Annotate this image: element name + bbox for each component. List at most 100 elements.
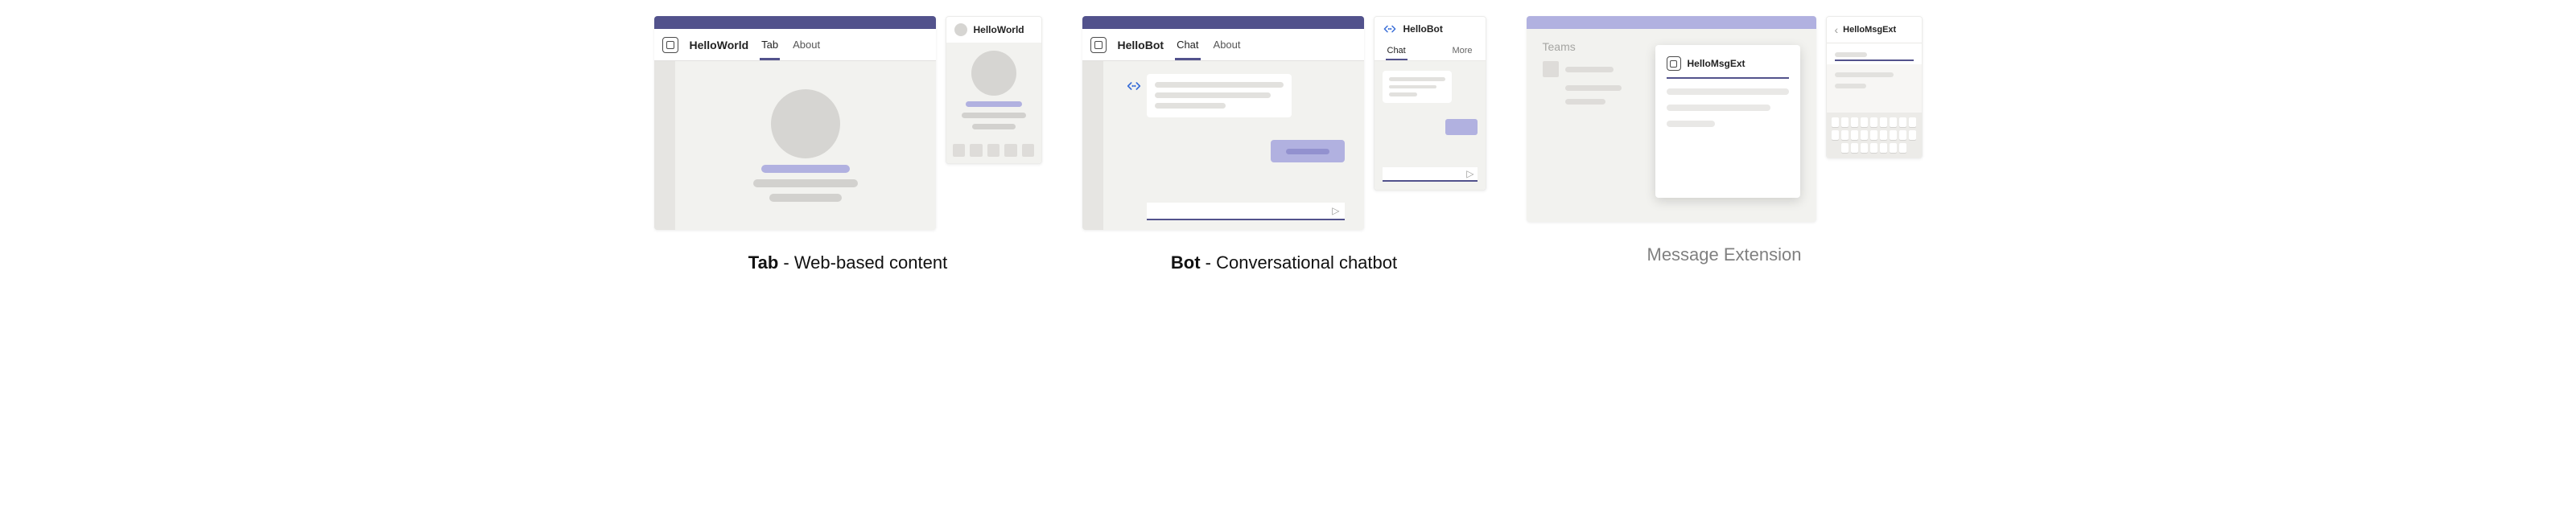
sidebar-label-teams: Teams xyxy=(1543,40,1639,53)
key[interactable] xyxy=(1899,143,1906,153)
window-titlebar xyxy=(1082,16,1364,29)
message-line xyxy=(1155,92,1271,98)
tab-caption: Tab - Web-based content xyxy=(748,252,947,273)
bot-desktop-body: ▷ xyxy=(1082,61,1364,230)
tab-desktop-window: HelloWorld Tab About xyxy=(654,16,936,230)
keyboard[interactable] xyxy=(1827,113,1922,158)
key[interactable] xyxy=(1861,130,1868,140)
content-line xyxy=(966,101,1022,107)
msgext-desktop-body: Teams HelloMsgExt xyxy=(1527,29,1816,222)
message-line xyxy=(1389,85,1437,89)
bot-mobile-header: HelloBot xyxy=(1375,17,1486,41)
nav-item[interactable] xyxy=(1022,144,1035,157)
bot-desktop-window: HelloBot Chat About xyxy=(1082,16,1364,230)
content-line xyxy=(1835,72,1894,77)
tab-mobile-body xyxy=(946,43,1041,137)
avatar-placeholder xyxy=(771,89,840,158)
tab-about[interactable]: About xyxy=(791,30,822,60)
key[interactable] xyxy=(1841,143,1849,153)
key[interactable] xyxy=(1870,117,1877,127)
nav-item[interactable] xyxy=(953,144,966,157)
tab-tab-active[interactable]: Tab xyxy=(760,30,780,60)
key[interactable] xyxy=(1841,130,1849,140)
msgext-section: Teams HelloMsgExt xyxy=(1527,16,1923,265)
msgext-sidebar: Teams xyxy=(1543,40,1639,105)
content-line xyxy=(1667,121,1716,127)
bot-mobile-body: ▷ xyxy=(1375,61,1486,190)
compose-box[interactable]: ▷ xyxy=(1147,203,1345,220)
outgoing-message xyxy=(1271,140,1345,162)
key[interactable] xyxy=(1851,143,1858,153)
app-title: HelloWorld xyxy=(690,39,749,51)
key[interactable] xyxy=(1851,117,1858,127)
key[interactable] xyxy=(1851,130,1858,140)
mobile-tab-chat[interactable]: Chat xyxy=(1386,41,1408,60)
card-header: HelloMsgExt xyxy=(1667,56,1789,71)
search-placeholder xyxy=(1835,52,1867,57)
tab-mobile-nav xyxy=(946,137,1041,163)
bot-mobile-window: HelloBot Chat More ▷ xyxy=(1374,16,1486,191)
search-input[interactable] xyxy=(1835,50,1914,61)
tab-mobile-header: HelloWorld xyxy=(946,17,1041,43)
left-rail xyxy=(654,61,675,230)
list-item[interactable] xyxy=(1565,85,1622,91)
key[interactable] xyxy=(1870,130,1877,140)
app-icon xyxy=(1090,37,1107,53)
message-line xyxy=(1389,77,1445,81)
back-chevron-icon[interactable]: ‹ xyxy=(1835,23,1839,36)
key[interactable] xyxy=(1909,117,1916,127)
diagram-layout: HelloWorld Tab About xyxy=(8,16,2568,273)
item-label xyxy=(1565,67,1614,72)
key[interactable] xyxy=(1890,130,1897,140)
tab-mobile-window: HelloWorld xyxy=(946,16,1042,164)
bot-mockups: HelloBot Chat About xyxy=(1082,16,1486,230)
key[interactable] xyxy=(1890,117,1897,127)
nav-item[interactable] xyxy=(1004,144,1017,157)
content-line xyxy=(1667,105,1770,111)
card-title: HelloMsgExt xyxy=(1688,58,1745,69)
content-line xyxy=(761,165,850,173)
key[interactable] xyxy=(1861,117,1868,127)
avatar-icon xyxy=(954,23,967,36)
key[interactable] xyxy=(1880,130,1887,140)
msgext-desktop-window: Teams HelloMsgExt xyxy=(1527,16,1816,222)
msgext-mobile-window: ‹ HelloMsgExt xyxy=(1826,16,1923,158)
outgoing-message xyxy=(1445,119,1478,135)
key[interactable] xyxy=(1899,130,1906,140)
app-icon xyxy=(1667,56,1681,71)
tab-caption-bold: Tab xyxy=(748,252,778,273)
key[interactable] xyxy=(1870,143,1877,153)
msgext-mobile-title: HelloMsgExt xyxy=(1843,25,1896,35)
key[interactable] xyxy=(1909,130,1916,140)
nav-item[interactable] xyxy=(970,144,983,157)
message-line xyxy=(1155,82,1284,88)
compose-box[interactable]: ▷ xyxy=(1383,167,1478,182)
msgext-caption: Message Extension xyxy=(1647,244,1802,265)
key[interactable] xyxy=(1861,143,1868,153)
key[interactable] xyxy=(1890,143,1897,153)
window-titlebar xyxy=(654,16,936,29)
send-icon[interactable]: ▷ xyxy=(1466,168,1473,179)
content-line xyxy=(753,179,858,187)
tab-mockups: HelloWorld Tab About xyxy=(654,16,1042,230)
tab-section: HelloWorld Tab About xyxy=(654,16,1042,273)
key[interactable] xyxy=(1841,117,1849,127)
key[interactable] xyxy=(1832,130,1839,140)
window-titlebar xyxy=(1527,16,1816,29)
key[interactable] xyxy=(1899,117,1906,127)
bot-caption-bold: Bot xyxy=(1171,252,1201,273)
list-item[interactable] xyxy=(1565,99,1605,105)
bot-icon xyxy=(1126,80,1142,96)
list-item[interactable] xyxy=(1543,61,1639,77)
send-icon[interactable]: ▷ xyxy=(1332,205,1339,216)
msgext-card: HelloMsgExt xyxy=(1655,45,1800,198)
nav-item[interactable] xyxy=(987,144,1000,157)
key[interactable] xyxy=(1880,143,1887,153)
team-avatar-icon xyxy=(1543,61,1559,77)
tab-about[interactable]: About xyxy=(1212,30,1243,60)
tab-chat-active[interactable]: Chat xyxy=(1175,30,1200,60)
key[interactable] xyxy=(1880,117,1887,127)
message-line xyxy=(1286,149,1329,154)
mobile-tab-more[interactable]: More xyxy=(1450,41,1473,60)
key[interactable] xyxy=(1832,117,1839,127)
